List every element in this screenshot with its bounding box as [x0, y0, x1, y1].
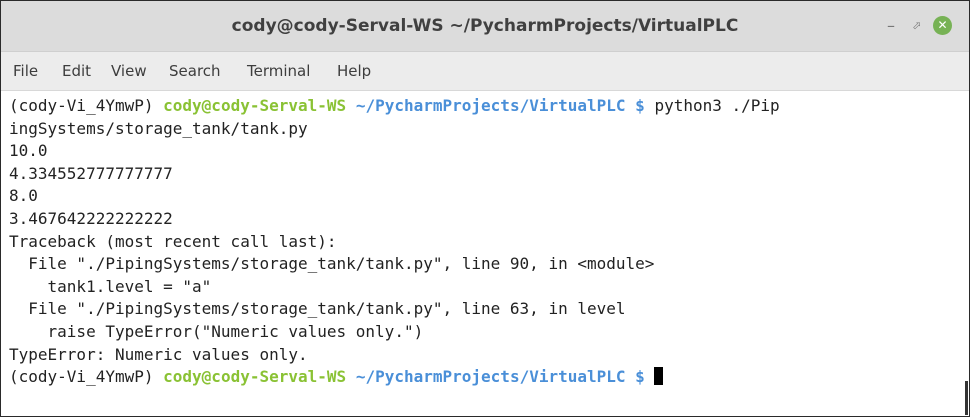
maximize-icon[interactable]: ⬀ [907, 16, 927, 36]
prompt-path: ~/PycharmProjects/VirtualPLC [355, 367, 626, 387]
menu-terminal[interactable]: Terminal [247, 52, 310, 90]
traceback-frame: File "./PipingSystems/storage_tank/tank.… [9, 254, 655, 274]
error-message: TypeError: Numeric values only. [9, 344, 308, 364]
virtualenv-name: (cody-Vi_4YmwP) [9, 96, 154, 115]
menu-search[interactable]: Search [169, 52, 221, 90]
menu-edit[interactable]: Edit [62, 52, 91, 90]
terminal-output[interactable]: (cody-Vi_4YmwP) cody@cody-Serval-WS ~/Py… [1, 91, 969, 416]
scrollbar[interactable] [965, 381, 968, 415]
prompt-symbol: $ [635, 96, 645, 115]
output-line: 8.0 [9, 186, 38, 206]
traceback-code: raise TypeError("Numeric values only.") [9, 321, 424, 341]
text-cursor [654, 367, 664, 386]
command-continuation: ingSystems/storage_tank/tank.py [9, 118, 308, 138]
virtualenv-name: (cody-Vi_4YmwP) [9, 367, 154, 387]
terminal-window: cody@cody-Serval-WS ~/PycharmProjects/Vi… [0, 0, 970, 417]
output-line: 3.467642222222222 [9, 208, 173, 228]
menu-view[interactable]: View [111, 52, 147, 90]
close-icon[interactable]: ✕ [933, 16, 952, 35]
output-line: 4.334552777777777 [9, 163, 173, 183]
prompt-path: ~/PycharmProjects/VirtualPLC [355, 96, 626, 115]
title-bar[interactable]: cody@cody-Serval-WS ~/PycharmProjects/Vi… [1, 1, 969, 52]
traceback-header: Traceback (most recent call last): [9, 231, 337, 251]
prompt-line: (cody-Vi_4YmwP) cody@cody-Serval-WS ~/Py… [9, 366, 969, 389]
prompt-user-host: cody@cody-Serval-WS [163, 96, 347, 115]
traceback-code: tank1.level = "a" [9, 276, 212, 296]
prompt-user-host: cody@cody-Serval-WS [163, 367, 347, 387]
prompt-line: (cody-Vi_4YmwP) cody@cody-Serval-WS ~/Py… [9, 95, 969, 118]
command-text: python3 ./Pip [654, 96, 780, 115]
output-line: 10.0 [9, 141, 48, 161]
menu-file[interactable]: File [13, 52, 38, 90]
minimize-icon[interactable]: – [881, 16, 901, 36]
menu-help[interactable]: Help [337, 52, 371, 90]
menu-bar: File Edit View Search Terminal Help [1, 52, 969, 91]
prompt-symbol: $ [635, 367, 645, 387]
window-title: cody@cody-Serval-WS ~/PycharmProjects/Vi… [231, 16, 739, 36]
traceback-frame: File "./PipingSystems/storage_tank/tank.… [9, 299, 626, 319]
